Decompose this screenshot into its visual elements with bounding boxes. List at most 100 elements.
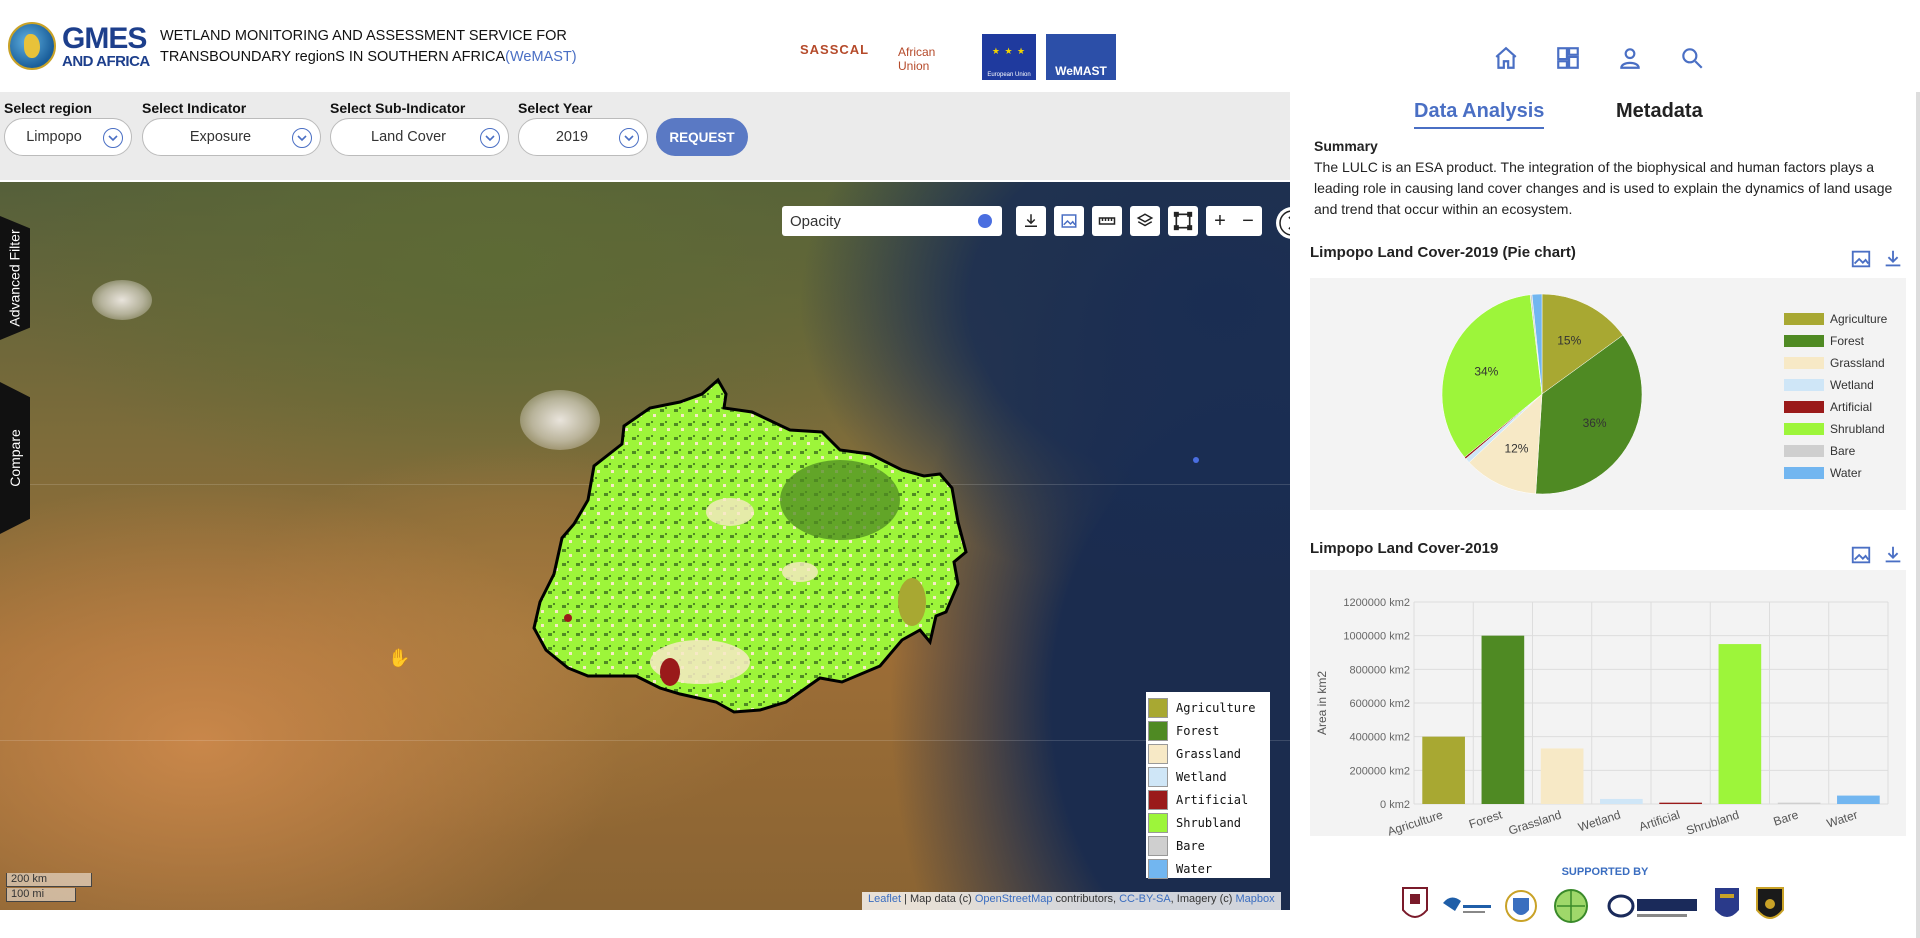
mapbox-link[interactable]: Mapbox [1235,893,1274,905]
map-legend-item: Forest [1148,719,1268,742]
pie-legend-item[interactable]: Shrubland [1784,418,1887,440]
pie-legend-item[interactable]: Bare [1784,440,1887,462]
scale-km: 200 km [6,873,92,887]
summary-text: The LULC is an ESA product. The integrat… [1314,159,1893,217]
ccbysa-link[interactable]: CC-BY-SA [1119,893,1171,905]
bar-forest[interactable] [1481,635,1525,804]
pie-legend-item[interactable]: Agriculture [1784,308,1887,330]
legend-swatch [1148,858,1168,879]
year-value: 2019 [555,129,589,145]
chevron-down-icon [103,128,123,148]
bar-wetland[interactable] [1600,798,1643,804]
panel-scrollbar[interactable] [1916,92,1920,938]
region-value: Limpopo [26,129,82,145]
ruler-icon[interactable] [1092,206,1122,236]
y-axis-label: Area in km2 [1315,671,1329,735]
map-legend-item: Shrubland [1148,811,1268,834]
pie-chart: 15% 36% 12% 34% [1441,293,1643,495]
sub-indicator-label: Select Sub-Indicator [330,100,466,116]
x-tick-label: Agriculture [1386,807,1445,836]
opacity-slider[interactable]: Opacity [782,206,1002,236]
x-tick-label: Wetland [1576,808,1622,835]
osm-link[interactable]: OpenStreetMap [975,893,1053,905]
bar-shrubland[interactable] [1718,644,1762,804]
layers-icon[interactable] [1130,206,1160,236]
legend-swatch [1148,835,1168,856]
bar-bare[interactable] [1777,802,1821,804]
zoom-out-button[interactable]: − [1234,206,1262,236]
legend-label: Wetland [1830,378,1874,392]
y-tick-label: 1000000 km2 [1343,631,1410,643]
bar-chart: 0 km2 200000 km2 400000 km2 600000 km2 80000… [1315,597,1889,839]
pie-legend-item[interactable]: Water [1784,462,1887,484]
sponsor-logo-rcmrd [1548,882,1598,930]
pie-chart-container: 15% 36% 12% 34% Agriculture Forest Grassland W… [1310,278,1906,510]
legend-label: Agriculture [1176,700,1256,715]
sub-indicator-select[interactable]: Land Cover [330,118,509,156]
legend-label: Artificial [1176,792,1249,807]
legend-label: Shrubland [1830,422,1885,436]
region-select[interactable]: Limpopo [4,118,132,156]
legend-swatch [1148,697,1168,718]
request-button[interactable]: REQUEST [656,118,748,156]
site-title-line2: TRANSBOUNDARY regionS IN SOUTHERN AFRICA [160,49,506,65]
bar-grassland[interactable] [1540,748,1584,804]
partner-logos: SASSCAL AfricanUnion European Union WeMA… [800,34,1116,80]
leaflet-link[interactable]: Leaflet [868,893,901,905]
download-icon[interactable] [1882,248,1904,270]
download-icon[interactable] [1016,206,1046,236]
dashboard-icon[interactable] [1552,44,1584,72]
scale-mi: 100 mi [6,888,76,902]
sponsor-logos [1398,882,1788,930]
pie-legend-item[interactable]: Forest [1784,330,1887,352]
pie-legend-item[interactable]: Grassland [1784,352,1887,374]
sponsor-logo-crest [1502,882,1540,930]
search-icon[interactable] [1676,44,1708,72]
map-legend-item: Grassland [1148,742,1268,765]
tab-metadata[interactable]: Metadata [1616,100,1703,127]
advanced-filter-tab[interactable]: Advanced Filter [0,216,30,340]
chevron-down-icon [292,128,312,148]
map-legend-item: Artificial [1148,788,1268,811]
image-icon[interactable] [1850,544,1872,566]
bar-water[interactable] [1837,795,1880,804]
legend-swatch [1148,766,1168,787]
legend-label: Grassland [1830,356,1885,370]
opacity-slider-handle[interactable] [978,214,992,228]
map-view[interactable]: Advanced Filter Compare ✋ [0,182,1290,910]
indicator-select[interactable]: Exposure [142,118,321,156]
sponsor-logo-ub [1398,882,1432,930]
site-title: WETLAND MONITORING AND ASSESSMENT SERVIC… [160,26,577,68]
x-tick-label: Shrubland [1684,808,1740,836]
bar-artificial[interactable] [1659,802,1702,804]
zoom-in-button[interactable]: + [1206,206,1234,236]
compare-tab[interactable]: Compare [0,382,30,534]
site-title-line1: WETLAND MONITORING AND ASSESSMENT SERVIC… [160,28,567,44]
bar-agriculture[interactable] [1422,736,1465,804]
legend-label: Agriculture [1830,312,1888,326]
site-title-acronym: (WeMAST) [505,49,577,65]
year-select[interactable]: 2019 [518,118,648,156]
legend-label: Water [1176,861,1213,876]
pie-legend-item[interactable]: Wetland [1784,374,1887,396]
user-icon[interactable] [1614,44,1646,72]
map-legend-item: Wetland [1148,765,1268,788]
y-tick-label: 1200000 km2 [1343,597,1410,609]
analysis-panel: Data Analysis Metadata Summary The LULC … [1290,92,1920,938]
pie-legend-item[interactable]: Artificial [1784,396,1887,418]
legend-swatch [1148,720,1168,741]
image-icon[interactable] [1054,206,1084,236]
legend-swatch [1148,812,1168,833]
map-attribution: Leaflet | Map data (c) OpenStreetMap con… [862,892,1281,910]
chevron-down-icon [619,128,639,148]
download-icon[interactable] [1882,544,1904,566]
year-label: Select Year [518,100,593,116]
gmes-logo[interactable]: GMES AND AFRICA [8,20,150,72]
home-icon[interactable] [1490,44,1522,72]
pie-legend: Agriculture Forest Grassland Wetland Artific… [1784,308,1887,484]
image-icon[interactable] [1850,248,1872,270]
draw-rectangle-icon[interactable] [1168,206,1198,236]
africa-globe-icon [8,22,56,70]
x-tick-label: Artificial [1637,808,1681,834]
tab-data-analysis[interactable]: Data Analysis [1414,100,1545,129]
